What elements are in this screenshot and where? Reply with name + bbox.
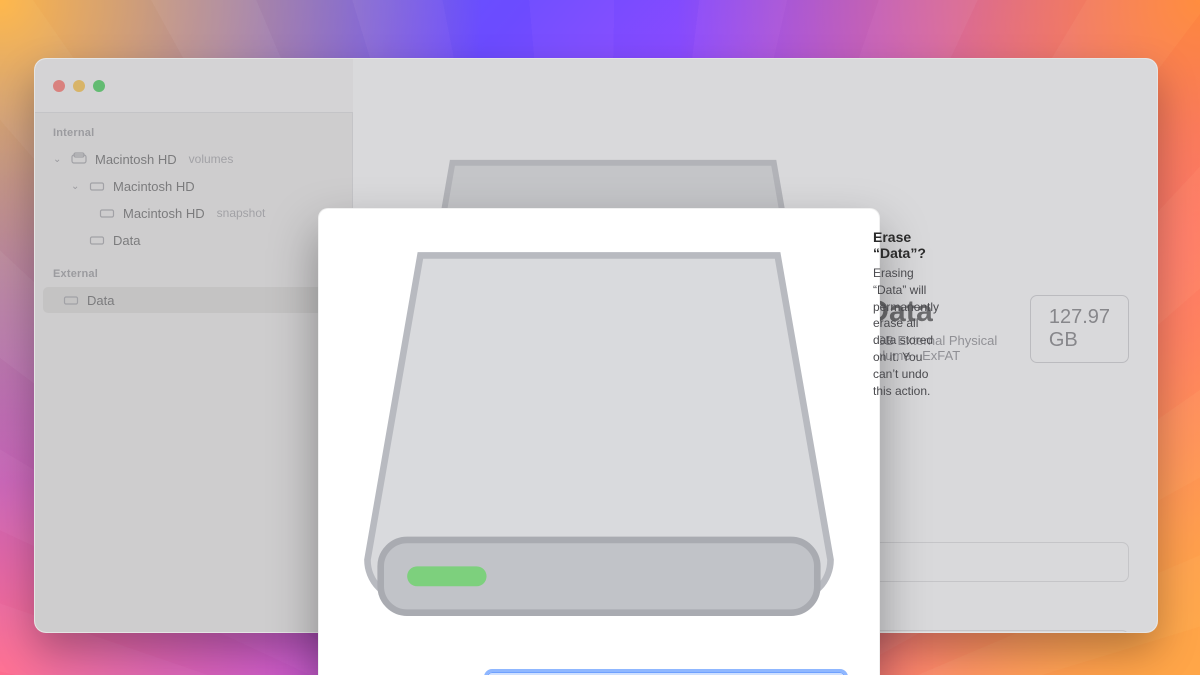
- erase-dialog: Erase “Data”? Erasing “Data” will perman…: [318, 208, 880, 675]
- sidebar-item-macintosh-hd-snapshot[interactable]: Macintosh HD snapshot: [43, 200, 344, 226]
- traffic-lights: [35, 80, 105, 92]
- disk-icon: [99, 205, 115, 221]
- disk-icon: [89, 178, 105, 194]
- sidebar-item-macintosh-hd[interactable]: ⌄ Macintosh HD: [43, 173, 344, 199]
- sidebar-item-suffix: snapshot: [217, 206, 266, 220]
- chevron-down-icon: ⌄: [71, 181, 81, 192]
- chevron-down-icon: ⌄: [53, 154, 63, 165]
- sidebar-item-data-external[interactable]: Data: [43, 287, 344, 313]
- sidebar-item-label: Macintosh HD: [95, 152, 177, 167]
- minimize-window-button[interactable]: [73, 80, 85, 92]
- sidebar-item-macintosh-hd-container[interactable]: ⌄ Macintosh HD volumes: [43, 146, 344, 172]
- sidebar-item-label: Data: [87, 293, 114, 308]
- drive-icon: [341, 229, 857, 652]
- sidebar-section-internal: Internal: [35, 113, 352, 145]
- sidebar-item-label: Macintosh HD: [113, 179, 195, 194]
- volume-size-box: 127.97 GB: [1030, 295, 1129, 363]
- disk-icon: [63, 292, 79, 308]
- dialog-description: Erasing “Data” will permanently erase al…: [873, 265, 939, 399]
- sidebar-item-label: Data: [113, 233, 140, 248]
- sidebar-item-data-internal[interactable]: Data: [43, 227, 344, 253]
- zoom-window-button[interactable]: [93, 80, 105, 92]
- sidebar-item-label: Macintosh HD: [123, 206, 205, 221]
- close-window-button[interactable]: [53, 80, 65, 92]
- sidebar-item-suffix: volumes: [189, 152, 234, 166]
- sidebar-section-external: External: [35, 254, 352, 286]
- dialog-title: Erase “Data”?: [873, 229, 939, 261]
- sidebar: Internal ⌄ Macintosh HD volumes ⌄ Macint…: [35, 59, 353, 632]
- desktop-wallpaper: Internal ⌄ Macintosh HD volumes ⌄ Macint…: [0, 0, 1200, 675]
- volume-stack-icon: [71, 151, 87, 167]
- disk-icon: [89, 232, 105, 248]
